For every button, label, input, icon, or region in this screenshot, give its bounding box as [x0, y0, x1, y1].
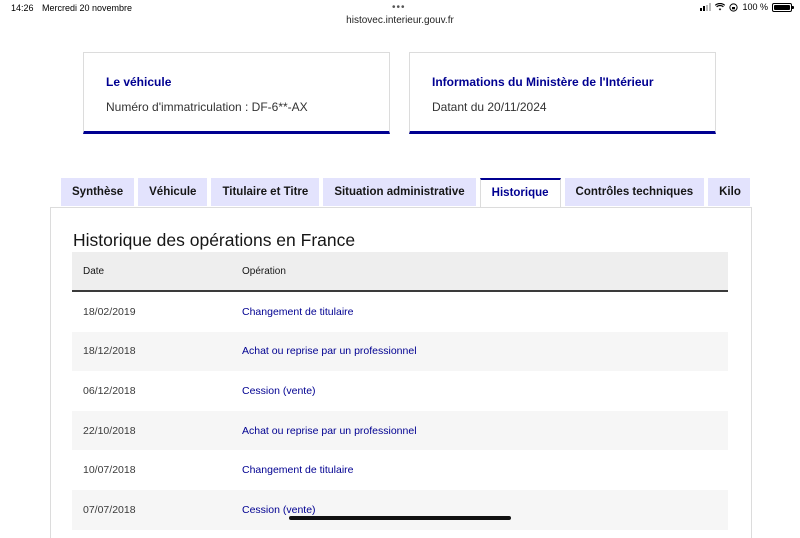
ministry-date: Datant du 20/11/2024 — [432, 100, 547, 114]
row-date: 10/07/2018 — [83, 464, 136, 477]
column-header-date: Date — [72, 252, 231, 292]
tab-historique[interactable]: Historique — [479, 178, 561, 208]
row-date: 18/02/2019 — [83, 305, 136, 318]
row-date: 07/07/2018 — [72, 489, 231, 530]
table-row: 22/10/2018 Achat ou reprise par un profe… — [72, 410, 728, 451]
tab-synthese[interactable]: Synthèse — [61, 178, 135, 206]
status-right: 100 % — [700, 2, 794, 12]
wifi-icon — [715, 3, 726, 11]
row-operation-link[interactable]: Changement de titulaire — [231, 450, 728, 490]
column-header-operation: Opération — [231, 252, 728, 292]
battery-percent: 100 % — [742, 2, 768, 12]
row-operation-link[interactable]: Cession (vente) — [231, 371, 728, 411]
tab-vehicule[interactable]: Véhicule — [138, 178, 208, 206]
battery-icon — [772, 2, 794, 12]
tab-bar: Synthèse Véhicule Titulaire et Titre Situat… — [61, 178, 750, 208]
table-row: 10/07/2018 Changement de titulaire — [72, 450, 728, 490]
row-date: 06/12/2018 — [83, 384, 136, 397]
signal-icon — [700, 3, 712, 11]
row-operation-link[interactable]: Achat ou reprise par un professionnel — [231, 331, 728, 372]
orientation-lock-icon — [729, 2, 739, 12]
tab-controles-techniques[interactable]: Contrôles techniques — [564, 178, 705, 206]
tab-situation-administrative[interactable]: Situation administrative — [323, 178, 476, 206]
table-row: 07/07/2018 Cession (vente) — [72, 489, 728, 530]
row-date: 22/10/2018 — [72, 410, 231, 451]
row-operation-link[interactable]: Achat ou reprise par un professionnel — [231, 410, 728, 451]
tab-kilometrage[interactable]: Kilo — [708, 178, 750, 206]
row-operation-link[interactable]: Cession (vente) — [231, 489, 728, 530]
history-title: Historique des opérations en France — [73, 230, 356, 250]
status-date: Mercredi 20 novembre — [42, 3, 133, 13]
table-row: 18/12/2018 Achat ou reprise par un profe… — [72, 331, 728, 372]
table-row: 18/02/2019 Changement de titulaire — [72, 291, 728, 332]
tab-titulaire-titre[interactable]: Titulaire et Titre — [211, 178, 320, 206]
status-bar: 14:26 Mercredi 20 novembre ••• 100 % — [0, 0, 800, 14]
table-row: 06/12/2018 Cession (vente) — [72, 371, 728, 411]
home-indicator[interactable] — [289, 516, 511, 520]
row-date: 18/12/2018 — [72, 331, 231, 372]
more-dots-icon[interactable]: ••• — [392, 2, 406, 13]
history-table: Date Opération 18/02/2019 Changement de … — [72, 252, 728, 530]
status-time: 14:26 — [11, 3, 34, 13]
row-operation-link[interactable]: Changement de titulaire — [231, 291, 728, 332]
vehicle-card-title: Le véhicule — [106, 75, 172, 89]
table-header-row: Date Opération — [72, 252, 728, 292]
vehicle-card: Le véhicule Numéro d'immatriculation : D… — [83, 52, 390, 134]
ministry-card-title: Informations du Ministère de l'Intérieur — [432, 75, 654, 89]
vehicle-registration: Numéro d'immatriculation : DF-6**-AX — [106, 100, 308, 114]
ministry-card: Informations du Ministère de l'Intérieur… — [409, 52, 716, 134]
address-bar-url[interactable]: histovec.interieur.gouv.fr — [0, 15, 800, 26]
